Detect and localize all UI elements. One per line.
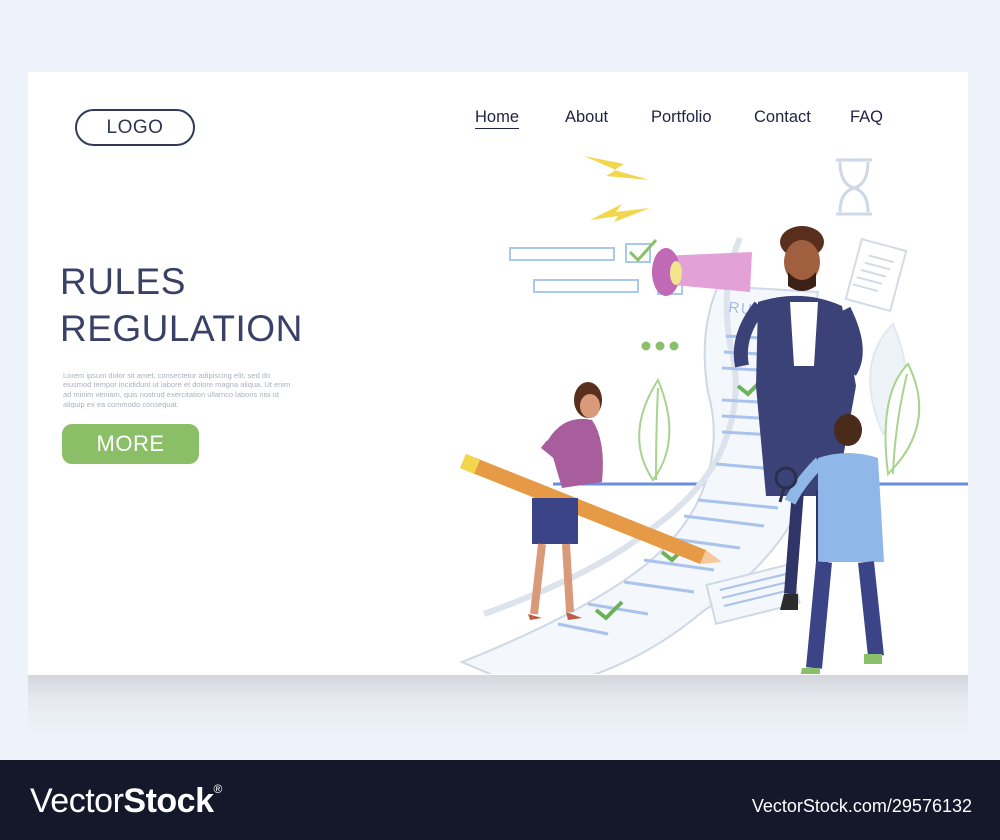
hero-title: RULES REGULATION: [60, 258, 303, 352]
landing-page-card: LOGO Home About Portfolio Contact FAQ RU…: [28, 72, 968, 675]
woman-figure: [528, 382, 603, 620]
asset-id: VectorStock.com/29576132: [751, 796, 972, 816]
plant-right-icon: [869, 322, 921, 477]
more-button[interactable]: MORE: [62, 424, 199, 464]
hero-title-line-1: RULES: [60, 261, 186, 302]
nav-faq[interactable]: FAQ: [850, 108, 883, 127]
hero-description: Lorem ipsum dolor sit amet, consectetur …: [63, 370, 291, 409]
watermark-footer: VectorStock® VectorStock.com/29576132: [0, 760, 1000, 840]
nav-portfolio[interactable]: Portfolio: [651, 108, 712, 127]
hourglass-icon: [836, 158, 872, 216]
plant-left-icon: [638, 377, 671, 482]
background-document-icon: [844, 237, 908, 313]
nav-about[interactable]: About: [565, 108, 608, 127]
brand-bold-text: Stock: [123, 782, 214, 820]
logo[interactable]: LOGO: [75, 109, 195, 146]
nav-home[interactable]: Home: [475, 108, 520, 129]
hero-title-line-2: REGULATION: [60, 308, 303, 349]
card-shadow: [28, 675, 968, 735]
registered-mark: ®: [213, 782, 222, 796]
lightning-icon: [584, 156, 650, 222]
nav-contact[interactable]: Contact: [754, 108, 811, 127]
vectorstock-brand: VectorStock®: [30, 782, 222, 821]
brand-light-text: Vector: [30, 782, 124, 820]
rules-illustration: RULES: [459, 156, 968, 674]
